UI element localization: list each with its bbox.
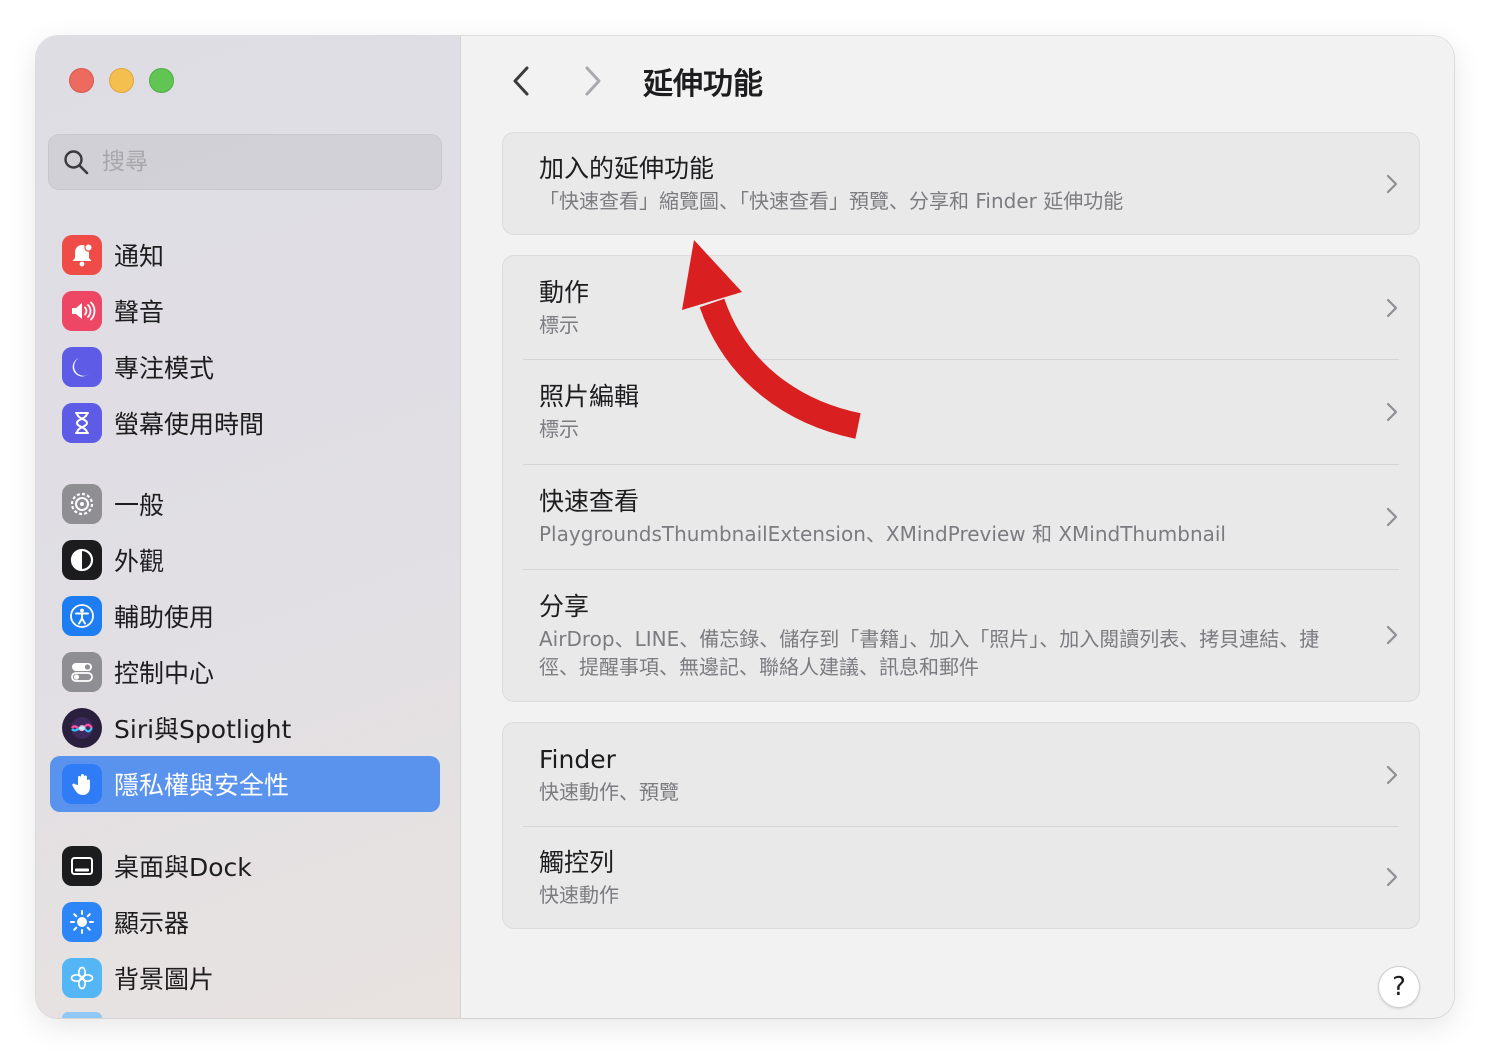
settings-row-finder[interactable]: Finder 快速動作、預覽 xyxy=(503,723,1419,826)
sun-brightness-icon xyxy=(62,902,102,942)
sidebar-item-label: 桌面與Dock xyxy=(114,853,252,882)
chevron-right-icon xyxy=(585,66,601,96)
moon-icon xyxy=(62,347,102,387)
accessibility-person-icon xyxy=(62,596,102,636)
row-subtitle: 快速動作、預覽 xyxy=(539,780,679,804)
sidebar: 通知 聲音 專注模式 螢幕使用時間 xyxy=(36,36,461,1018)
sidebar-item-sound[interactable]: 聲音 xyxy=(50,283,440,339)
search-field[interactable] xyxy=(48,134,442,190)
sidebar-item-label: 螢幕使用時間 xyxy=(114,410,265,439)
settings-row-photo-editing[interactable]: 照片編輯 標示 xyxy=(503,359,1419,464)
sidebar-item-accessibility[interactable]: 輔助使用 xyxy=(50,588,440,644)
sidebar-item-label: 一般 xyxy=(114,491,165,520)
forward-button[interactable] xyxy=(573,56,613,106)
chevron-right-icon xyxy=(1386,298,1398,317)
toolbar: 延伸功能 xyxy=(501,56,763,106)
row-title: 加入的延伸功能 xyxy=(539,154,715,183)
sidebar-item-label: 顯示器 xyxy=(114,909,190,938)
window-controls xyxy=(69,68,174,93)
back-button[interactable] xyxy=(501,56,541,106)
gear-icon xyxy=(62,484,102,524)
siri-orb-icon xyxy=(62,708,102,748)
row-subtitle: 快速動作 xyxy=(539,882,619,907)
row-subtitle: AirDrop、LINE、備忘錄、儲存到「書籍」、加入「照片」、加入閱讀列表、拷… xyxy=(539,626,1320,679)
raised-hand-icon xyxy=(62,764,102,804)
toggle-switches-icon xyxy=(62,652,102,692)
chevron-right-icon xyxy=(1386,402,1398,421)
speaker-wave-icon xyxy=(62,291,102,331)
sidebar-item-label: 背景圖片 xyxy=(114,965,215,994)
sidebar-item-screen-time[interactable]: 螢幕使用時間 xyxy=(50,395,440,451)
row-subtitle: 「快速查看」縮覽圖、「快速查看」預覽、分享和 Finder 延伸功能 xyxy=(539,189,1124,213)
settings-row-quick-look[interactable]: 快速查看 PlaygroundsThumbnailExtension、XMind… xyxy=(503,464,1419,569)
sidebar-item-focus[interactable]: 專注模式 xyxy=(50,339,440,395)
sidebar-item-displays[interactable]: 顯示器 xyxy=(50,894,440,950)
sidebar-group-2: 一般 外觀 輔助使用 控制中心 Siri與Spotlight 隱私權與安全性 xyxy=(50,476,440,812)
sidebar-group-3: 桌面與Dock 顯示器 背景圖片 xyxy=(50,838,440,1018)
row-subtitle: 標示 xyxy=(539,313,579,337)
sidebar-item-label: Siri與Spotlight xyxy=(114,715,292,744)
sidebar-item-desktop-dock[interactable]: 桌面與Dock xyxy=(50,838,440,894)
sidebar-item-label: 專注模式 xyxy=(114,354,215,383)
minimize-window-button[interactable] xyxy=(109,68,134,93)
sidebar-item-label: 控制中心 xyxy=(114,659,215,688)
chevron-right-icon xyxy=(1386,867,1398,887)
row-title: 觸控列 xyxy=(539,847,615,877)
row-subtitle: 標示 xyxy=(539,417,579,441)
sidebar-item-appearance[interactable]: 外觀 xyxy=(50,532,440,588)
chevron-left-icon xyxy=(513,66,529,96)
sidebar-item-label: 通知 xyxy=(114,242,165,271)
sidebar-item-label: 輔助使用 xyxy=(114,603,215,632)
chevron-right-icon xyxy=(1386,625,1398,645)
sidebar-item-label: 外觀 xyxy=(114,547,165,576)
row-title: 照片編輯 xyxy=(539,382,640,411)
search-input[interactable] xyxy=(102,149,402,175)
sidebar-item-privacy-security[interactable]: 隱私權與安全性 xyxy=(50,756,440,812)
sidebar-item-siri-spotlight[interactable]: Siri與Spotlight xyxy=(50,700,440,756)
system-settings-window: 通知 聲音 專注模式 螢幕使用時間 xyxy=(36,36,1454,1018)
chevron-right-icon xyxy=(1386,174,1398,193)
help-button[interactable]: ? xyxy=(1378,966,1420,1008)
sidebar-group-1: 通知 聲音 專注模式 螢幕使用時間 xyxy=(50,227,440,451)
flower-icon xyxy=(62,958,102,998)
zoom-window-button[interactable] xyxy=(149,68,174,93)
sidebar-item-notifications[interactable]: 通知 xyxy=(50,227,440,283)
sidebar-item-partial xyxy=(62,1012,102,1018)
row-title: 動作 xyxy=(539,278,590,307)
added-extensions-card: 加入的延伸功能 「快速查看」縮覽圖、「快速查看」預覽、分享和 Finder 延伸… xyxy=(502,132,1420,235)
extension-types-card: 動作 標示 照片編輯 標示 快速查看 PlaygroundsThumbnailE… xyxy=(502,255,1420,702)
page-title: 延伸功能 xyxy=(643,67,763,102)
chevron-right-icon xyxy=(1386,507,1398,526)
sidebar-item-control-center[interactable]: 控制中心 xyxy=(50,644,440,700)
settings-row-share[interactable]: 分享 AirDrop、LINE、備忘錄、儲存到「書籍」、加入「照片」、加入閱讀列… xyxy=(503,569,1419,701)
row-title: Finder xyxy=(539,745,616,774)
sidebar-item-label: 聲音 xyxy=(114,298,165,327)
content-pane: 延伸功能 加入的延伸功能 「快速查看」縮覽圖、「快速查看」預覽、分享和 Find… xyxy=(461,36,1454,1018)
close-window-button[interactable] xyxy=(69,68,94,93)
bell-badge-icon xyxy=(62,235,102,275)
dock-icon xyxy=(62,846,102,886)
settings-row-actions[interactable]: 動作 標示 xyxy=(503,256,1419,359)
row-title: 快速查看 xyxy=(539,487,640,516)
sidebar-item-wallpaper[interactable]: 背景圖片 xyxy=(50,950,440,1006)
settings-row-added-extensions[interactable]: 加入的延伸功能 「快速查看」縮覽圖、「快速查看」預覽、分享和 Finder 延伸… xyxy=(503,133,1419,234)
sidebar-item-label: 隱私權與安全性 xyxy=(114,771,290,800)
chevron-right-icon xyxy=(1386,765,1398,784)
row-title: 分享 xyxy=(539,591,590,621)
finder-touchbar-card: Finder 快速動作、預覽 觸控列 快速動作 xyxy=(502,722,1420,929)
hourglass-icon xyxy=(62,403,102,443)
search-icon xyxy=(64,150,89,175)
settings-row-touch-bar[interactable]: 觸控列 快速動作 xyxy=(503,826,1419,928)
appearance-circle-icon xyxy=(62,540,102,580)
sidebar-item-general[interactable]: 一般 xyxy=(50,476,440,532)
row-subtitle: PlaygroundsThumbnailExtension、XMindPrevi… xyxy=(539,522,1226,546)
